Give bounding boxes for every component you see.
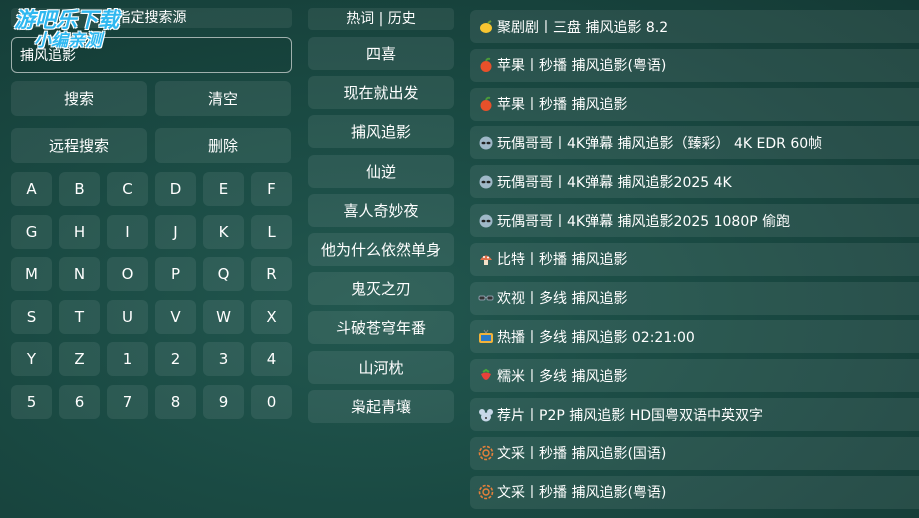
clear-button[interactable]: 清空 bbox=[155, 81, 291, 116]
remote-search-button[interactable]: 远程搜索 bbox=[11, 128, 147, 163]
key-g[interactable]: G bbox=[11, 214, 52, 249]
key-f[interactable]: F bbox=[251, 172, 292, 206]
hot-item[interactable]: 他为什么依然单身 bbox=[308, 233, 454, 266]
key-9[interactable]: 9 bbox=[203, 384, 244, 419]
watermark: 游吧乐下载 小编亲测 bbox=[14, 10, 119, 50]
key-5[interactable]: 5 bbox=[11, 384, 52, 419]
result-item[interactable]: 比特丨秒播 捕风追影 bbox=[470, 242, 919, 276]
result-item[interactable]: 聚剧剧丨三盘 捕风追影 8.2 bbox=[470, 10, 919, 43]
result-item[interactable]: 苹果丨秒播 捕风追影 bbox=[470, 87, 919, 121]
hot-item[interactable]: 捕风追影 bbox=[308, 115, 454, 149]
result-text: 比特丨秒播 捕风追影 bbox=[497, 252, 628, 269]
key-x[interactable]: X bbox=[251, 299, 292, 334]
lemon-icon bbox=[478, 19, 494, 35]
key-i[interactable]: I bbox=[107, 214, 148, 249]
key-b[interactable]: B bbox=[59, 172, 100, 206]
result-text: 荐片丨P2P 捕风追影 HD国粤双语中英双字 bbox=[497, 407, 763, 424]
result-item[interactable]: 荐片丨P2P 捕风追影 HD国粤双语中英双字 bbox=[470, 398, 919, 431]
key-r[interactable]: R bbox=[251, 257, 292, 291]
delete-button[interactable]: 删除 bbox=[155, 128, 291, 163]
result-item[interactable]: 玩偶哥哥丨4K弹幕 捕风追影（臻彩） 4K EDR 60帧 bbox=[470, 126, 919, 160]
result-item[interactable]: 文采丨秒播 捕风追影(粤语) bbox=[470, 475, 919, 509]
rosette-icon bbox=[478, 445, 494, 461]
result-item[interactable]: 玩偶哥哥丨4K弹幕 捕风追影2025 1080P 偷跑 bbox=[470, 204, 919, 237]
result-text: 玩偶哥哥丨4K弹幕 捕风追影2025 1080P 偷跑 bbox=[497, 213, 791, 230]
key-o[interactable]: O bbox=[107, 257, 148, 291]
alien-icon bbox=[478, 213, 494, 229]
result-item[interactable]: 文采丨秒播 捕风追影(国语) bbox=[470, 436, 919, 470]
key-c[interactable]: C bbox=[107, 172, 148, 206]
result-text: 聚剧剧丨三盘 捕风追影 8.2 bbox=[497, 19, 669, 36]
result-text: 苹果丨秒播 捕风追影(粤语) bbox=[497, 58, 667, 75]
result-item[interactable]: 苹果丨秒播 捕风追影(粤语) bbox=[470, 48, 919, 82]
key-m[interactable]: M bbox=[11, 257, 52, 291]
key-k[interactable]: K bbox=[203, 214, 244, 249]
watermark-line-2: 小编亲测 bbox=[34, 31, 102, 51]
result-text: 玩偶哥哥丨4K弹幕 捕风追影2025 4K bbox=[497, 174, 732, 191]
result-text: 文采丨秒播 捕风追影(国语) bbox=[497, 446, 667, 463]
rosette-icon bbox=[478, 484, 494, 500]
result-text: 文采丨秒播 捕风追影(粤语) bbox=[497, 485, 667, 502]
hot-item[interactable]: 枭起青壤 bbox=[308, 389, 454, 423]
result-item[interactable]: 糯米丨多线 捕风追影 bbox=[470, 359, 919, 393]
hot-item[interactable]: 鬼灭之刃 bbox=[308, 272, 454, 306]
key-y[interactable]: Y bbox=[11, 342, 52, 376]
search-button[interactable]: 搜索 bbox=[11, 81, 147, 116]
result-item[interactable]: 玩偶哥哥丨4K弹幕 捕风追影2025 4K bbox=[470, 165, 919, 199]
key-0[interactable]: 0 bbox=[251, 384, 292, 419]
key-a[interactable]: A bbox=[11, 172, 52, 206]
key-1[interactable]: 1 bbox=[107, 342, 148, 376]
glasses-icon bbox=[478, 290, 494, 306]
hot-item[interactable]: 喜人奇妙夜 bbox=[308, 193, 454, 227]
key-q[interactable]: Q bbox=[203, 257, 244, 291]
result-text: 欢视丨多线 捕风追影 bbox=[497, 291, 628, 308]
hot-history-tab[interactable]: 热词 | 历史 bbox=[308, 8, 454, 30]
key-4[interactable]: 4 bbox=[251, 342, 292, 376]
mouse-icon bbox=[478, 407, 494, 423]
key-n[interactable]: N bbox=[59, 257, 100, 291]
result-item[interactable]: 欢视丨多线 捕风追影 bbox=[470, 281, 919, 315]
result-text: 糯米丨多线 捕风追影 bbox=[497, 368, 628, 385]
apple-icon bbox=[478, 57, 494, 73]
key-u[interactable]: U bbox=[107, 299, 148, 334]
hot-item[interactable]: 仙逆 bbox=[308, 154, 454, 188]
key-e[interactable]: E bbox=[203, 172, 244, 206]
key-7[interactable]: 7 bbox=[107, 384, 148, 419]
alien-icon bbox=[478, 174, 494, 190]
key-p[interactable]: P bbox=[155, 257, 196, 291]
key-z[interactable]: Z bbox=[59, 342, 100, 376]
key-3[interactable]: 3 bbox=[203, 342, 244, 376]
key-j[interactable]: J bbox=[155, 214, 196, 249]
alien-icon bbox=[478, 135, 494, 151]
key-2[interactable]: 2 bbox=[155, 342, 196, 376]
key-8[interactable]: 8 bbox=[155, 384, 196, 419]
apple-icon bbox=[478, 96, 494, 112]
key-t[interactable]: T bbox=[59, 299, 100, 334]
strawberry-icon bbox=[478, 368, 494, 384]
hot-item[interactable]: 现在就出发 bbox=[308, 76, 454, 110]
key-h[interactable]: H bbox=[59, 214, 100, 249]
mushroom-icon bbox=[478, 251, 494, 267]
result-text: 玩偶哥哥丨4K弹幕 捕风追影（臻彩） 4K EDR 60帧 bbox=[497, 135, 823, 152]
key-l[interactable]: L bbox=[251, 214, 292, 249]
key-v[interactable]: V bbox=[155, 299, 196, 334]
key-d[interactable]: D bbox=[155, 172, 196, 206]
hot-item[interactable]: 山河枕 bbox=[308, 350, 454, 384]
hot-item[interactable]: 四喜 bbox=[308, 37, 454, 70]
watermark-line-1: 游吧乐下载 bbox=[14, 8, 119, 32]
key-w[interactable]: W bbox=[203, 299, 244, 334]
key-s[interactable]: S bbox=[11, 299, 52, 334]
hot-item[interactable]: 斗破苍穹年番 bbox=[308, 311, 454, 345]
tv-icon bbox=[478, 329, 494, 345]
result-text: 苹果丨秒播 捕风追影 bbox=[497, 97, 628, 114]
result-item[interactable]: 热播丨多线 捕风追影 02:21:00 bbox=[470, 320, 919, 354]
result-text: 热播丨多线 捕风追影 02:21:00 bbox=[497, 329, 695, 346]
key-6[interactable]: 6 bbox=[59, 384, 100, 419]
